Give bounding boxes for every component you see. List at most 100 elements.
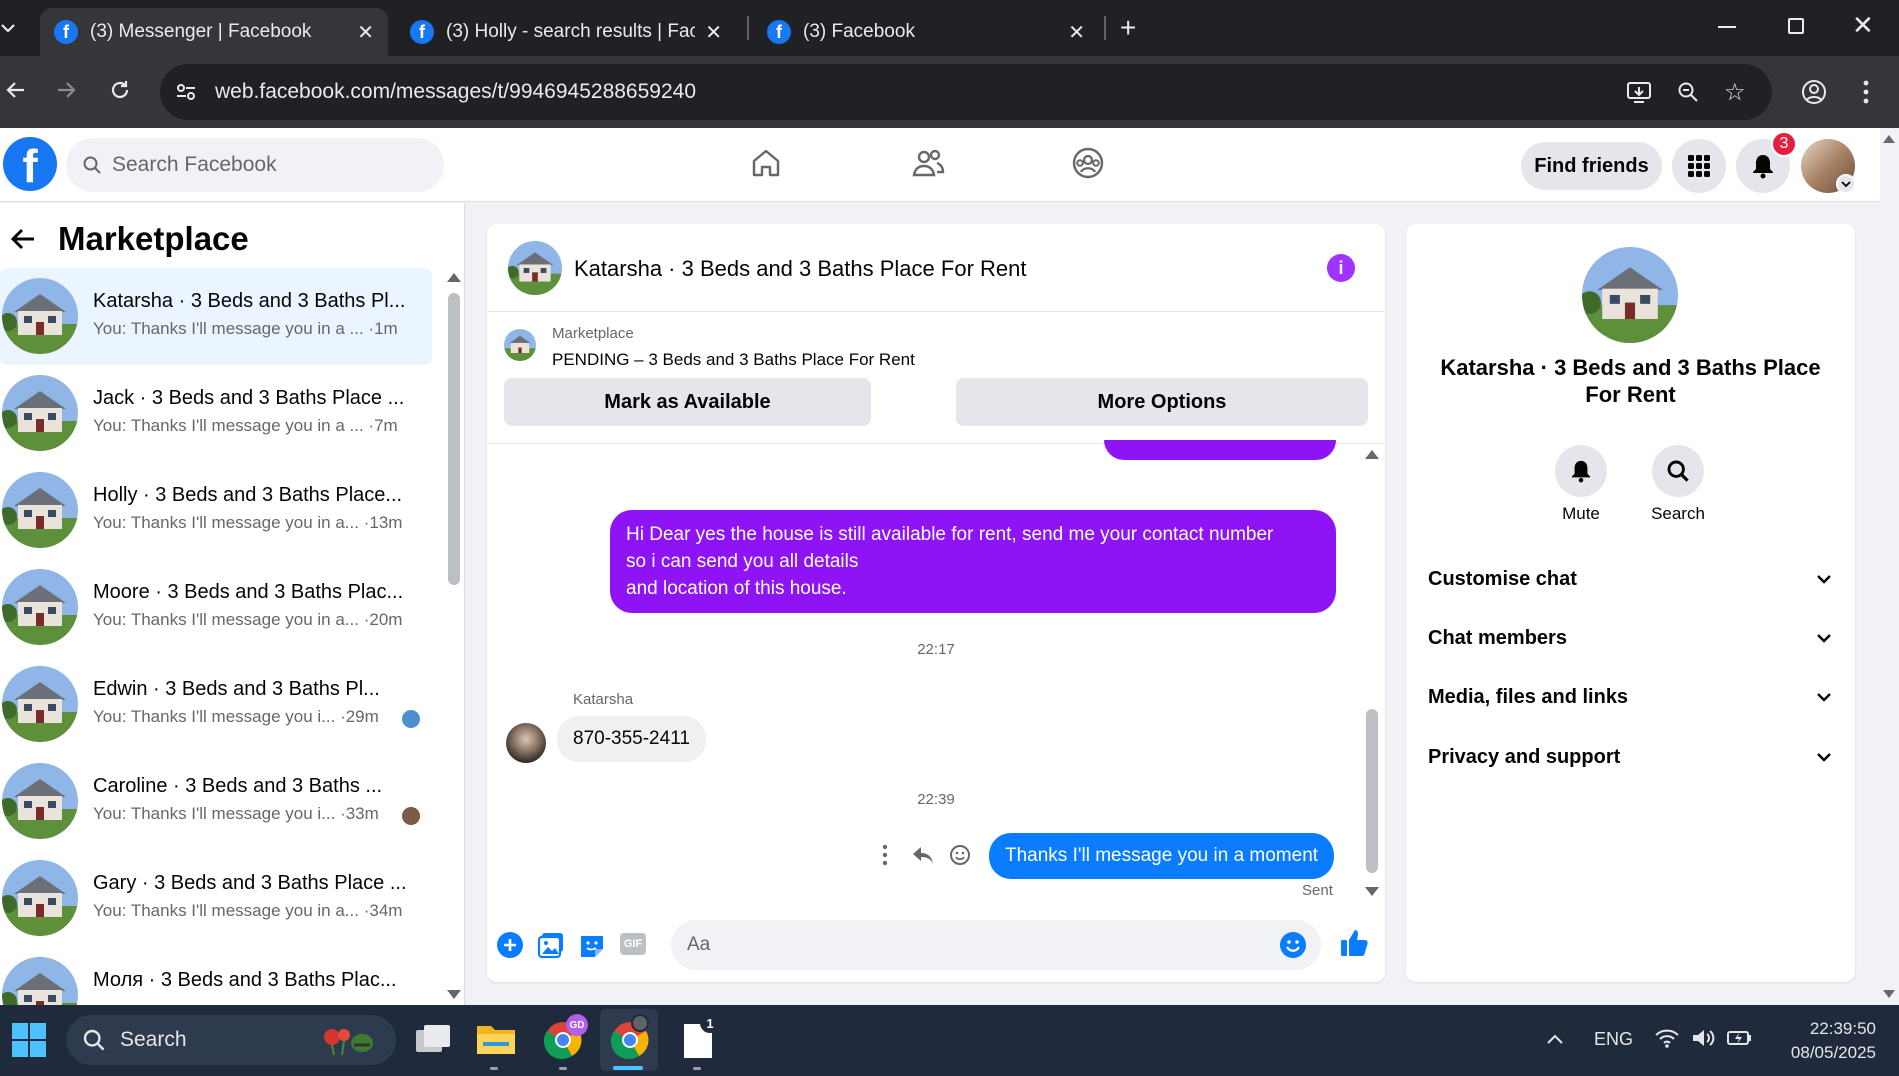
more-options-button[interactable]: More Options: [956, 378, 1368, 426]
conversation-name: Gary · 3 Beds and 3 Baths Place ...: [93, 872, 407, 894]
file-explorer-icon[interactable]: [475, 1020, 517, 1058]
chat-members-row[interactable]: Chat members: [1428, 618, 1832, 658]
info-icon[interactable]: i: [1327, 254, 1355, 282]
mark-as-available-button[interactable]: Mark as Available: [504, 378, 871, 426]
scroll-down-arrow-icon[interactable]: [1883, 990, 1895, 998]
listing-banner: Marketplace PENDING – 3 Beds and 3 Baths…: [487, 312, 1385, 444]
reply-icon[interactable]: [911, 844, 935, 866]
battery-charging-icon[interactable]: [1726, 1027, 1754, 1049]
incoming-message-bubble[interactable]: 870-355-2411: [557, 716, 706, 762]
conversation-preview: You: Thanks I'll message you in a...: [93, 610, 359, 629]
minimize-icon[interactable]: [1718, 26, 1736, 28]
conversation-item[interactable]: Jack · 3 Beds and 3 Baths Place ... You:…: [0, 365, 432, 462]
sticker-icon[interactable]: [578, 931, 606, 959]
task-view-icon[interactable]: [412, 1022, 452, 1058]
sidebar-scrollbar[interactable]: [448, 293, 460, 585]
address-bar[interactable]: web.facebook.com/messages/t/994694528865…: [160, 64, 1772, 120]
conversation-item[interactable]: Edwin · 3 Beds and 3 Baths Pl... You: Th…: [0, 656, 432, 753]
listing-thumbnail[interactable]: [504, 329, 536, 361]
install-app-icon[interactable]: [1626, 80, 1652, 104]
media-files-links-row[interactable]: Media, files and links: [1428, 677, 1832, 717]
site-info-icon[interactable]: [174, 80, 198, 104]
more-actions-icon[interactable]: [882, 844, 888, 866]
profile-icon[interactable]: [1800, 78, 1828, 106]
more-attachments-plus-icon[interactable]: [496, 931, 524, 959]
tab-messenger[interactable]: f (3) Messenger | Facebook ✕: [40, 8, 388, 56]
outgoing-message-bubble[interactable]: Hi Dear yes the house is still available…: [610, 510, 1336, 613]
running-indicator: [693, 1067, 701, 1070]
tab-facebook[interactable]: f (3) Facebook ✕: [753, 8, 1099, 56]
tab-list-chevron-icon[interactable]: [0, 16, 16, 40]
show-hidden-icons-chevron-icon[interactable]: [1546, 1033, 1564, 1045]
conversation-item[interactable]: Moore · 3 Beds and 3 Baths Plac... You: …: [0, 559, 432, 656]
windows-start-icon[interactable]: [11, 1022, 47, 1058]
tab-close-icon[interactable]: ✕: [357, 20, 374, 45]
friends-icon[interactable]: [910, 146, 946, 180]
wifi-icon[interactable]: [1654, 1027, 1680, 1049]
conversation-item[interactable]: Katarsha · 3 Beds and 3 Baths Pl... You:…: [0, 268, 432, 365]
customise-chat-row[interactable]: Customise chat: [1428, 559, 1832, 599]
account-chevron-icon[interactable]: [1836, 174, 1856, 194]
system-clock[interactable]: 22:39:50 08/05/2025: [1776, 1017, 1876, 1065]
conversation-preview: You: Thanks I'll message you in a...: [93, 901, 359, 920]
zoom-icon[interactable]: [1676, 80, 1700, 104]
conversation-avatar[interactable]: [1582, 247, 1678, 343]
thumbs-up-icon[interactable]: [1339, 928, 1369, 958]
volume-icon[interactable]: [1690, 1027, 1716, 1049]
conversation-item[interactable]: Caroline · 3 Beds and 3 Baths ... You: T…: [0, 753, 432, 850]
chat-scrollbar[interactable]: [1366, 709, 1378, 873]
taskbar-search-label: Search: [120, 1028, 187, 1051]
back-arrow-icon[interactable]: [10, 227, 36, 251]
mute-button[interactable]: [1555, 445, 1607, 497]
conversation-item[interactable]: Holly · 3 Beds and 3 Baths Place... You:…: [0, 462, 432, 559]
facebook-logo-icon[interactable]: f: [3, 137, 57, 191]
react-emoji-icon[interactable]: [949, 844, 971, 866]
groups-icon[interactable]: [1071, 146, 1105, 180]
conversation-info-panel: Katarsha · 3 Beds and 3 Baths Place For …: [1406, 224, 1855, 982]
clock-time: 22:39:50: [1809, 1019, 1876, 1038]
title-line: Katarsha · 3 Beds and 3 Baths Place: [1440, 355, 1821, 380]
conversation-item[interactable]: Gary · 3 Beds and 3 Baths Place ... You:…: [0, 850, 432, 947]
tab-close-icon[interactable]: ✕: [705, 20, 722, 45]
outgoing-message-bubble[interactable]: Thanks I'll message you in a moment: [989, 833, 1335, 879]
reload-icon[interactable]: [108, 78, 132, 102]
chat-title[interactable]: Katarsha · 3 Beds and 3 Baths Place For …: [574, 256, 1026, 282]
browser-menu-icon[interactable]: [1862, 78, 1870, 106]
attach-photo-icon[interactable]: [537, 931, 565, 959]
clock-date: 08/05/2025: [1790, 1043, 1876, 1062]
house-thumbnail: [2, 278, 78, 354]
bookmark-star-icon[interactable]: ☆: [1724, 78, 1746, 107]
new-tab-plus-icon[interactable]: +: [1120, 12, 1136, 44]
find-friends-button[interactable]: Find friends: [1521, 142, 1662, 190]
gif-icon[interactable]: GIF: [620, 933, 646, 955]
sender-avatar[interactable]: [506, 723, 546, 763]
conversation-item[interactable]: Моля · 3 Beds and 3 Baths Plac...: [0, 947, 432, 1005]
house-thumbnail: [2, 957, 78, 1005]
message-line: so i can send you all details: [626, 551, 859, 572]
mute-label: Mute: [1562, 504, 1600, 523]
message-input[interactable]: Aa: [671, 920, 1321, 970]
scroll-down-arrow-icon[interactable]: [447, 990, 461, 999]
search-in-conversation-button[interactable]: [1652, 445, 1704, 497]
privacy-support-row[interactable]: Privacy and support: [1428, 737, 1832, 777]
scroll-down-arrow-icon[interactable]: [1365, 887, 1379, 896]
chat-avatar[interactable]: [508, 241, 562, 295]
language-indicator[interactable]: ENG: [1594, 1029, 1633, 1050]
tab-holly-search[interactable]: f (3) Holly - search results | Faceb ✕: [396, 8, 736, 56]
menu-grid-icon[interactable]: [1672, 139, 1726, 193]
scroll-up-arrow-icon[interactable]: [1365, 450, 1379, 459]
facebook-search-input[interactable]: Search Facebook: [66, 138, 444, 192]
search-highlight-flower-icon: [318, 1025, 378, 1055]
taskbar-search-box[interactable]: Search: [66, 1015, 396, 1065]
forward-arrow-icon[interactable]: [54, 78, 78, 102]
back-arrow-icon[interactable]: [4, 78, 28, 102]
window-close-icon[interactable]: ✕: [1852, 10, 1874, 41]
restore-icon[interactable]: [1788, 18, 1804, 34]
tab-close-icon[interactable]: ✕: [1068, 20, 1085, 45]
scroll-up-arrow-icon[interactable]: [1883, 135, 1895, 143]
emoji-picker-icon[interactable]: [1279, 931, 1307, 959]
tab-divider: [1104, 16, 1106, 40]
scroll-up-arrow-icon[interactable]: [447, 273, 461, 282]
home-icon[interactable]: [749, 146, 783, 180]
page-scrollbar[interactable]: [1880, 128, 1899, 1005]
